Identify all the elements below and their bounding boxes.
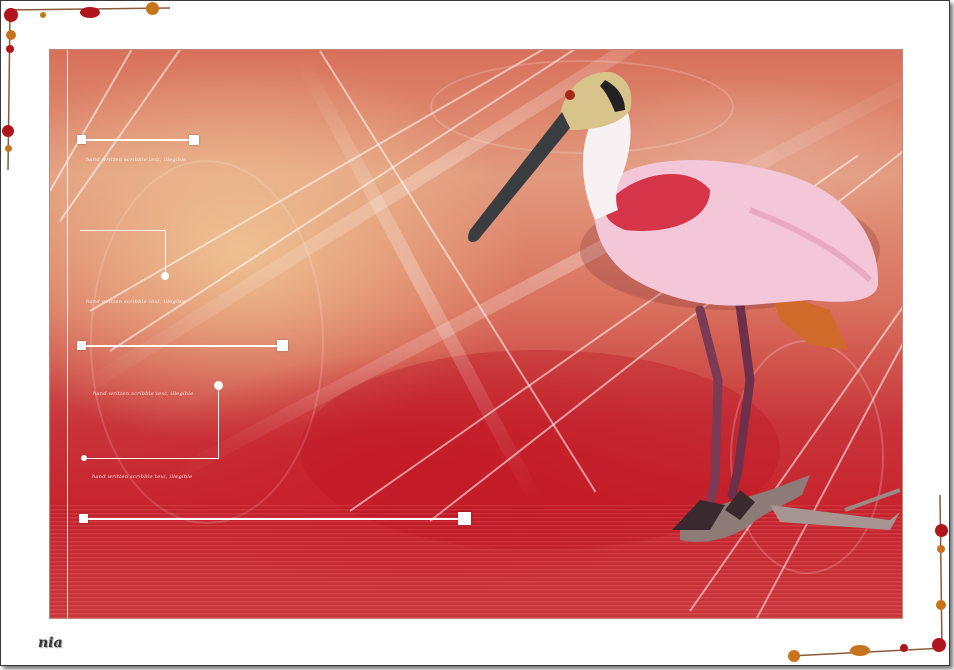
bead — [146, 2, 159, 15]
garland-string — [939, 494, 943, 651]
bead — [40, 12, 46, 18]
bead — [900, 644, 908, 652]
bead — [2, 125, 14, 137]
bead — [936, 600, 946, 610]
bead — [932, 638, 946, 652]
bead — [4, 8, 18, 22]
bead — [850, 645, 870, 656]
artist-signature: nia — [38, 635, 63, 651]
bead-garland — [7, 7, 946, 657]
bead — [788, 650, 800, 662]
bead — [937, 545, 945, 553]
bead — [6, 30, 16, 40]
bead — [935, 524, 948, 537]
bead — [80, 7, 100, 18]
bead — [5, 145, 12, 152]
bead — [6, 45, 14, 53]
